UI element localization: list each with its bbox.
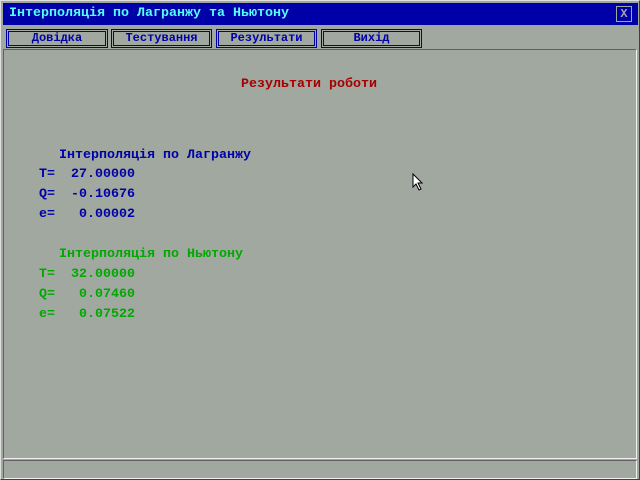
lagrange-T: T= 27.00000 <box>39 167 135 182</box>
main-window: Інтерполяція по Лагранжу та Ньютону X До… <box>0 0 640 480</box>
results-heading: Результати роботи <box>241 77 377 92</box>
newton-T: T= 32.00000 <box>39 267 135 282</box>
menu-results-button[interactable]: Результати <box>216 29 317 48</box>
title-bar: Інтерполяція по Лагранжу та Ньютону X <box>3 3 638 25</box>
menu-help-button[interactable]: Довідка <box>6 29 108 48</box>
close-button[interactable]: X <box>616 6 632 22</box>
newton-Q: Q= 0.07460 <box>39 287 135 302</box>
window-title: Інтерполяція по Лагранжу та Ньютону <box>9 6 289 21</box>
menu-testing-button[interactable]: Тестування <box>111 29 212 48</box>
lagrange-e: e= 0.00002 <box>39 207 135 222</box>
lagrange-Q: Q= -0.10676 <box>39 187 135 202</box>
status-bar <box>3 460 637 479</box>
mouse-pointer-icon <box>412 173 424 191</box>
newton-e: e= 0.07522 <box>39 307 135 322</box>
lagrange-title: Інтерполяція по Лагранжу <box>59 148 251 163</box>
menu-exit-button[interactable]: Вихід <box>321 29 422 48</box>
newton-title: Інтерполяція по Ньютону <box>59 247 243 262</box>
